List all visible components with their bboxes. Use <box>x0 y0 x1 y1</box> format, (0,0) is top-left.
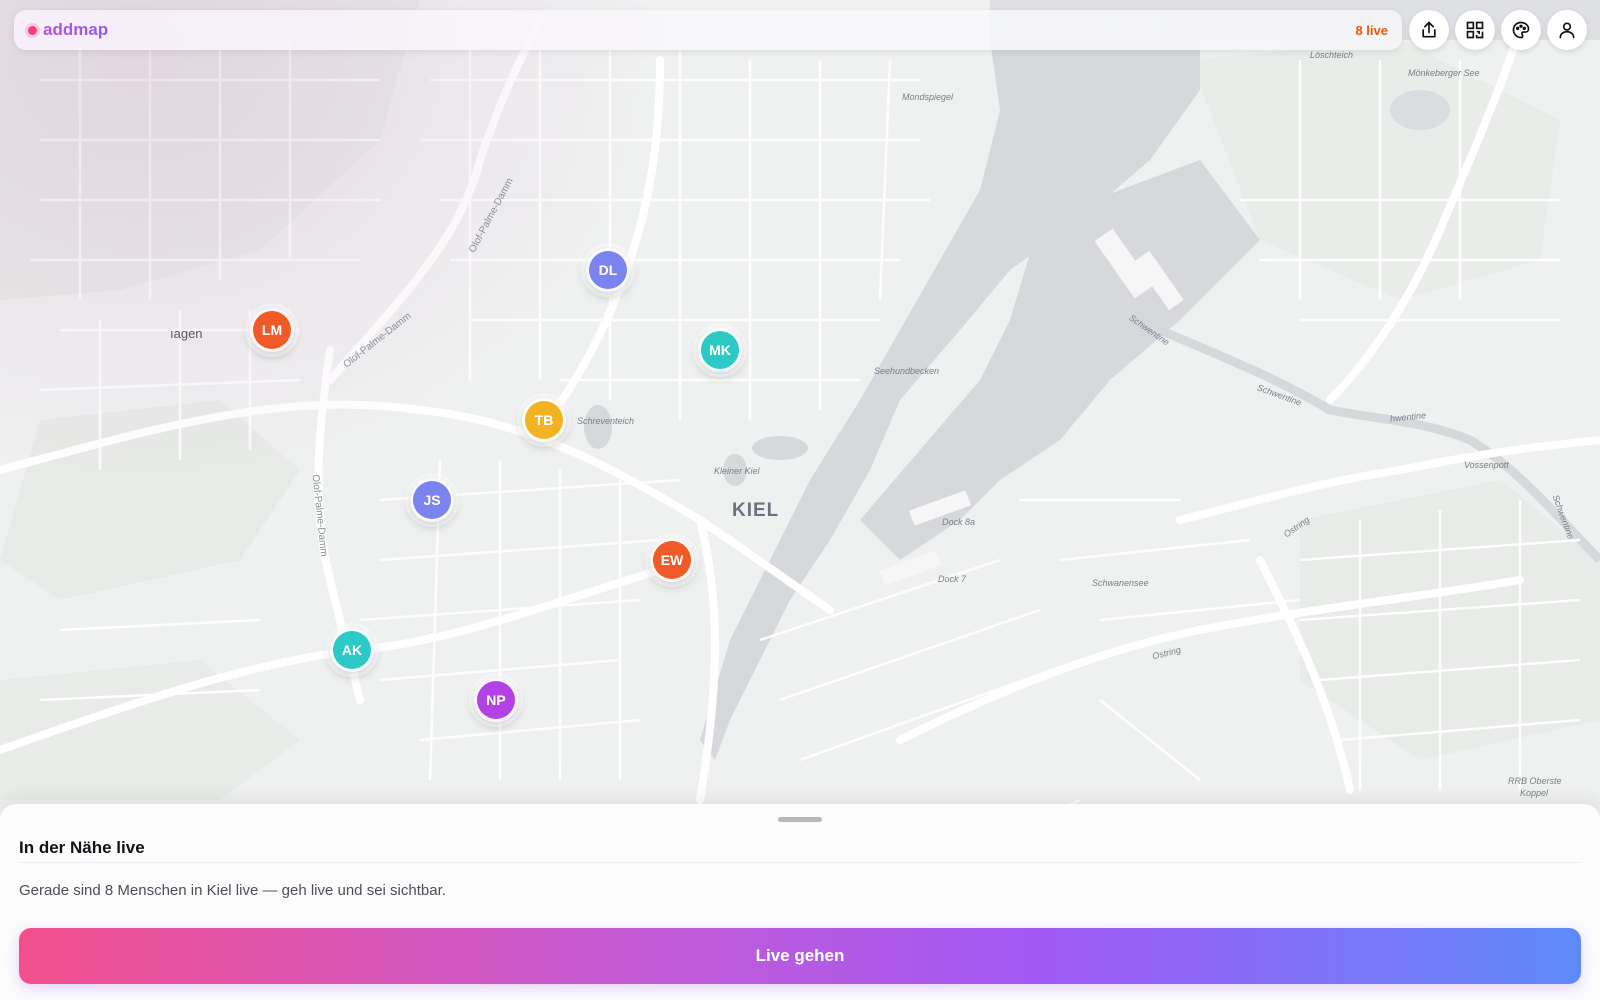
profile-button[interactable] <box>1547 10 1587 50</box>
share-button[interactable] <box>1409 10 1449 50</box>
map-label-vossenpott: Vossenpott <box>1464 460 1509 470</box>
user-marker-mk[interactable]: MK <box>698 328 742 372</box>
user-marker-lm[interactable]: LM <box>250 308 294 352</box>
map-label-kleiner-kiel: Kleiner Kiel <box>714 466 760 476</box>
user-marker-np[interactable]: NP <box>474 678 518 722</box>
map-label-schwanensee: Schwanensee <box>1092 578 1149 588</box>
map-label-mondspiegel: Mondspiegel <box>902 92 954 102</box>
theme-button[interactable] <box>1501 10 1541 50</box>
user-marker-ak[interactable]: AK <box>330 628 374 672</box>
map-label-schreventeich: Schreventeich <box>577 416 635 426</box>
map-label-dock-8a: Dock 8a <box>942 517 976 527</box>
bottom-sheet: In der Nähe live Gerade sind 8 Menschen … <box>0 804 1600 1000</box>
user-marker-ew[interactable]: EW <box>650 538 694 582</box>
map-label-city: KIEL <box>732 500 780 521</box>
share-icon <box>1422 21 1436 38</box>
qr-code-icon <box>1466 21 1484 39</box>
map-label-seehundbecken: Seehundbecken <box>874 366 940 376</box>
user-marker-dl[interactable]: DL <box>586 248 630 292</box>
top-bar: addmap 8 live <box>14 10 1402 50</box>
user-marker-js[interactable]: JS <box>410 478 454 522</box>
qr-code-button[interactable] <box>1455 10 1495 50</box>
map-label-dock-7: Dock 7 <box>938 574 967 584</box>
live-dot-icon <box>28 25 37 35</box>
sheet-title: In der Nähe live <box>19 838 145 857</box>
sheet-drag-handle[interactable] <box>778 817 822 822</box>
map-label-rrb: RRB Oberste <box>1508 776 1562 786</box>
brand-name: addmap <box>43 20 109 39</box>
user-marker-tb[interactable]: TB <box>522 398 566 442</box>
brand[interactable]: addmap <box>28 20 108 40</box>
sheet-divider <box>19 862 1581 863</box>
live-count-badge: 8 live <box>1355 22 1388 38</box>
sheet-description: Gerade sind 8 Menschen in Kiel live — ge… <box>19 882 446 899</box>
palette-icon <box>1512 21 1530 39</box>
map-label-district: ıagen <box>170 326 203 341</box>
go-live-button[interactable]: Live gehen <box>19 928 1581 984</box>
map-label-loeschteich: Löschteich <box>1310 50 1354 60</box>
map-label-moenkeberger-see: Mönkeberger See <box>1408 68 1480 78</box>
user-icon <box>1559 22 1575 39</box>
map-label-koppel: Koppel <box>1520 788 1549 798</box>
